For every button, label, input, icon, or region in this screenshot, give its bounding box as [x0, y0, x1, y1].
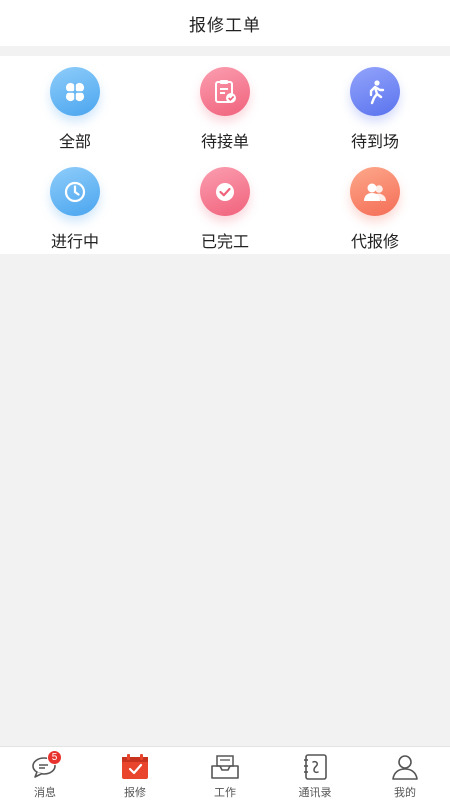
tab-messages[interactable]: 5 消息 — [0, 747, 90, 800]
inbox-tray-icon — [210, 753, 240, 781]
tab-label: 报修 — [124, 787, 146, 799]
menu-item-proxy-report[interactable]: 代报修 — [300, 156, 450, 252]
status-menu-grid: 全部 待接单 待到场 进行中 已完工 代报修 — [0, 56, 450, 254]
page-title: 报修工单 — [189, 15, 261, 35]
tab-repair[interactable]: 报修 — [90, 747, 180, 800]
menu-item-label: 待到场 — [350, 134, 399, 151]
check-circle-icon — [200, 167, 250, 216]
calendar-check-icon — [120, 753, 150, 781]
clock-icon — [50, 167, 100, 216]
tab-label: 通讯录 — [298, 787, 332, 799]
menu-item-completed[interactable]: 已完工 — [150, 156, 300, 252]
menu-item-pending-arrival[interactable]: 待到场 — [300, 56, 450, 152]
tab-contacts[interactable]: 通讯录 — [270, 747, 360, 800]
clover-icon — [50, 67, 100, 116]
tab-label: 工作 — [214, 787, 236, 799]
users-icon — [350, 167, 400, 216]
menu-item-label: 已完工 — [200, 234, 249, 251]
bottom-tab-bar: 5 消息 报修 工作 通讯录 我的 — [0, 746, 450, 800]
menu-item-label: 全部 — [58, 134, 91, 151]
menu-item-label: 待接单 — [200, 134, 249, 151]
menu-item-in-progress[interactable]: 进行中 — [0, 156, 150, 252]
menu-item-pending-accept[interactable]: 待接单 — [150, 56, 300, 152]
tab-mine[interactable]: 我的 — [360, 747, 450, 800]
person-icon — [390, 753, 420, 781]
chat-bubble-icon: 5 — [30, 750, 62, 781]
walking-person-icon — [350, 67, 400, 116]
tab-work[interactable]: 工作 — [180, 747, 270, 800]
contacts-book-icon — [300, 753, 330, 781]
top-bar: 报修工单 — [0, 0, 450, 46]
menu-item-label: 代报修 — [350, 234, 399, 251]
menu-item-label: 进行中 — [50, 234, 99, 251]
clipboard-check-icon — [200, 67, 250, 116]
tab-label: 我的 — [394, 787, 416, 799]
tab-label: 消息 — [34, 787, 56, 799]
unread-badge: 5 — [47, 750, 62, 765]
menu-item-all[interactable]: 全部 — [0, 56, 150, 152]
